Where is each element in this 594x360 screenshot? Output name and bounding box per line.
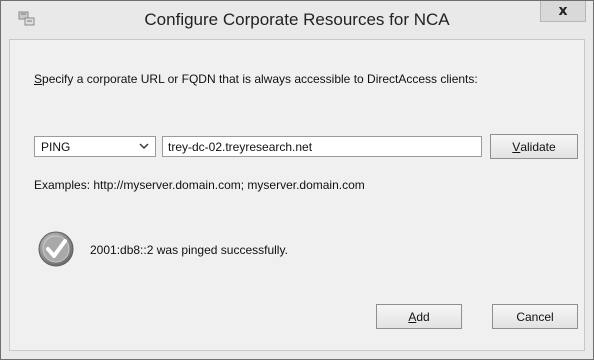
dialog-window: Configure Corporate Resources for NCA x …	[0, 0, 594, 360]
cancel-button[interactable]: Cancel	[492, 304, 578, 329]
close-button[interactable]: x	[540, 1, 586, 22]
dialog-title: Configure Corporate Resources for NCA	[144, 10, 450, 29]
url-input[interactable]	[162, 136, 482, 157]
validate-mnemonic: V	[512, 139, 521, 154]
instruction-mnemonic: S	[34, 72, 43, 86]
validate-label: alidate	[520, 139, 556, 154]
protocol-dropdown[interactable]: PING	[34, 136, 156, 157]
protocol-selected-value: PING	[41, 140, 71, 154]
instruction-label: Specify a corporate URL or FQDN that is …	[34, 72, 478, 86]
close-icon: x	[558, 3, 568, 19]
status-message: 2001:db8::2 was pinged successfully.	[90, 243, 288, 257]
add-label: dd	[416, 309, 430, 324]
examples-text: Examples: http://myserver.domain.com; my…	[34, 178, 365, 192]
cancel-label: Cancel	[516, 309, 554, 324]
instruction-text: pecify a corporate URL or FQDN that is a…	[42, 72, 478, 86]
dialog-body: Specify a corporate URL or FQDN that is …	[9, 39, 585, 351]
checkmark-success-icon	[38, 231, 74, 267]
chevron-down-icon	[139, 143, 149, 149]
title-bar: Configure Corporate Resources for NCA x	[1, 1, 593, 39]
add-button[interactable]: Add	[376, 304, 462, 329]
validate-button[interactable]: Validate	[490, 134, 578, 159]
add-mnemonic: A	[408, 309, 417, 324]
